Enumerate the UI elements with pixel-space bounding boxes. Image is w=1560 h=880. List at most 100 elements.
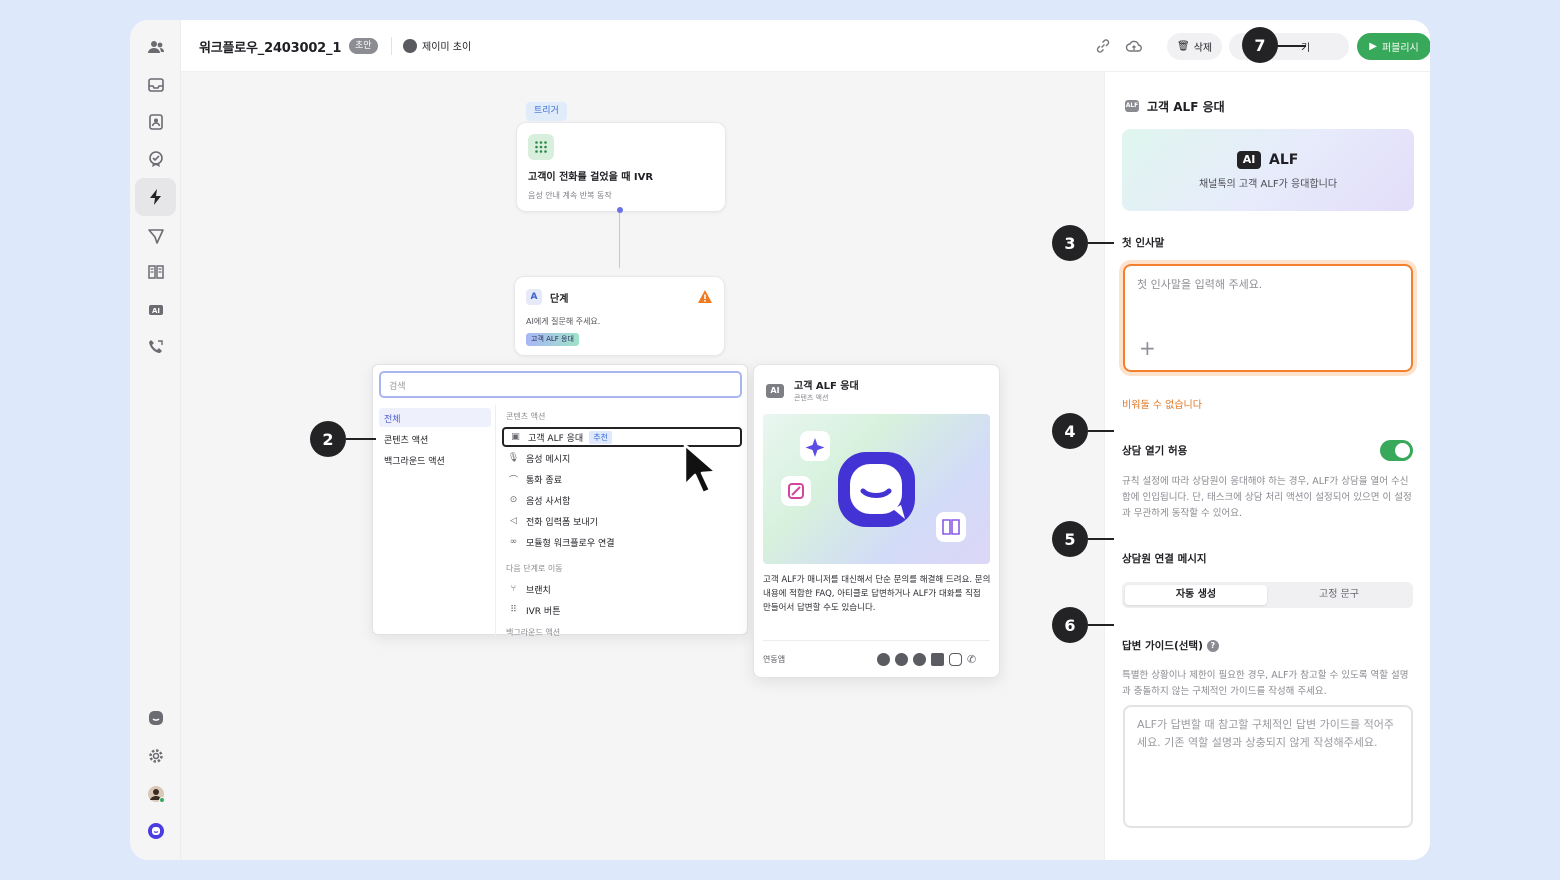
keypad-icon: ⠿ [510, 605, 517, 615]
action-item-modular-workflow[interactable]: ∞ 모듈형 워크플로우 연결 [502, 532, 742, 552]
agent-message-segmented: 자동 생성 고정 문구 [1122, 582, 1413, 608]
branch-icon: ⑂ [510, 584, 517, 594]
allow-open-label: 상담 열기 허용 [1122, 445, 1188, 457]
alf-illustration [763, 414, 990, 564]
line-icon [913, 653, 926, 666]
book-icon[interactable] [135, 253, 176, 291]
lightning-icon[interactable] [135, 178, 176, 216]
guide-textarea[interactable]: ALF가 답변할 때 참고할 구체적인 답변 가이드를 적어주세요. 기존 역할… [1123, 705, 1413, 828]
mic-icon: 🎙 [507, 453, 520, 463]
category-all[interactable]: 전체 [379, 408, 491, 427]
connector-line [619, 213, 620, 268]
step-title: 단계 [550, 294, 569, 305]
author: 제이미 초이 [403, 38, 471, 53]
search-input[interactable]: 검색 [379, 371, 742, 398]
guide-label: 답변 가이드(선택)? [1122, 638, 1219, 653]
hangup-icon: ⌒ [508, 475, 518, 486]
link-icon[interactable] [1094, 37, 1112, 55]
send-icon[interactable] [135, 217, 176, 255]
greeting-field[interactable]: 첫 인사말을 입력해 주세요. + [1123, 264, 1413, 372]
category-content[interactable]: 콘텐츠 액션 [379, 429, 491, 448]
callout-line [1088, 538, 1114, 540]
callout-line [1088, 430, 1114, 432]
divider [495, 405, 496, 636]
workflow-title[interactable]: 워크플로우_2403002_1 [199, 37, 341, 56]
callout-line [346, 438, 376, 440]
callout-4: 4 [1052, 413, 1088, 449]
kakao-talk-icon [895, 653, 908, 666]
gear-icon[interactable] [135, 737, 176, 775]
keypad-icon [528, 134, 554, 160]
banner-subtitle: 채널톡의 고객 ALF가 응대합니다 [1198, 179, 1338, 190]
delete-button[interactable]: 🗑 삭제 [1167, 33, 1223, 60]
channel-logo-icon[interactable] [135, 812, 176, 850]
voicemail-icon: ⊙ [509, 495, 518, 505]
allow-open-help: 규칙 설정에 따라 상담원이 응대해야 하는 경우, ALF가 상담을 열어 수… [1122, 476, 1412, 519]
greeting-placeholder: 첫 인사말을 입력해 주세요. [1137, 278, 1263, 291]
alf-icon: ALF [1125, 100, 1139, 112]
action-picker: 검색 전체 콘텐츠 액션 백그라운드 액션 콘텐츠 액션 ▣ 고객 ALF 응대 추… [372, 364, 748, 636]
help-icon[interactable]: ? [1206, 640, 1219, 652]
agent-message-label: 상담원 연결 메시지 [1122, 553, 1207, 565]
speaker-icon: ◁ [510, 516, 517, 526]
cloud-upload-icon[interactable] [1125, 37, 1143, 55]
step-node[interactable]: A 단계 AI에게 질문해 주세요. 고객 ALF 응대 [514, 276, 725, 356]
linked-apps-label: 연동앱 [763, 655, 786, 664]
trigger-subtitle: 음성 안내 계속 반복 동작 [528, 191, 612, 200]
link-icon: ∞ [509, 537, 518, 547]
svg-text:AI: AI [151, 307, 159, 315]
callout-line [1276, 45, 1306, 47]
left-rail: AI [130, 20, 181, 860]
user-avatar[interactable] [135, 775, 176, 813]
segment-auto[interactable]: 자동 생성 [1125, 585, 1267, 605]
alf-logo: AI ALF [1237, 151, 1298, 169]
step-subtitle: AI에게 질문해 주세요. [526, 317, 601, 326]
ai-icon[interactable]: AI [135, 291, 176, 329]
trigger-node[interactable]: 고객이 전화를 걸었을 때 IVR 음성 안내 계속 반복 동작 [516, 122, 726, 212]
trigger-title: 고객이 전화를 걸었을 때 IVR [528, 172, 654, 183]
callout-7: 7 [1242, 27, 1278, 63]
step-letter: A [526, 289, 542, 305]
callout-line [1088, 624, 1114, 626]
phone-icon[interactable] [135, 328, 176, 366]
settings-panel: ALF 고객 ALF 응대 AI ALF 채널톡의 고객 ALF가 응대합니다 첫… [1104, 72, 1430, 860]
team-icon[interactable] [135, 28, 176, 66]
action-item-ivr-button[interactable]: ⠿ IVR 버튼 [502, 600, 742, 620]
chat-bubble-icon[interactable] [135, 699, 176, 737]
linked-app-icons: ✆ [877, 653, 980, 666]
instagram-icon [949, 653, 962, 666]
allow-open-toggle[interactable] [1380, 440, 1413, 461]
status-badge: 초안 [349, 38, 378, 54]
ai-icon: ▣ [511, 432, 520, 442]
callout-3: 3 [1052, 225, 1088, 261]
category-background[interactable]: 백그라운드 액션 [379, 450, 491, 469]
naver-icon [931, 653, 944, 666]
inbox-icon[interactable] [135, 66, 176, 104]
action-detail-card: AI 고객 ALF 응대 콘텐츠 액션 고객 ALF가 매니저를 대신해서 단순… [753, 364, 1000, 678]
trash-icon: 🗑 [1177, 41, 1190, 52]
ai-icon: AI [766, 384, 784, 398]
phone-icon: ✆ [967, 653, 977, 666]
divider [391, 37, 392, 55]
error-message: 비워둘 수 없습니다 [1122, 400, 1202, 411]
callout-6: 6 [1052, 607, 1088, 643]
badge-check-icon[interactable] [135, 140, 176, 178]
plus-icon[interactable]: + [1139, 336, 1156, 360]
step-chip: 고객 ALF 응대 [526, 333, 579, 346]
contacts-icon[interactable] [135, 103, 176, 141]
warning-icon [698, 290, 712, 303]
action-item-branch[interactable]: ⑂ 브랜치 [502, 579, 742, 599]
segment-fixed[interactable]: 고정 문구 [1268, 585, 1410, 605]
detail-title: 고객 ALF 응대 [794, 381, 859, 392]
action-item-phone-form[interactable]: ◁ 전화 입력폼 보내기 [502, 511, 742, 531]
section-label: 백그라운드 액션 [506, 628, 561, 636]
section-label: 콘텐츠 액션 [506, 412, 546, 421]
recommend-badge: 추천 [589, 430, 612, 444]
alf-banner: AI ALF 채널톡의 고객 ALF가 응대합니다 [1122, 129, 1414, 211]
connector-handle[interactable] [617, 207, 623, 213]
callout-2: 2 [310, 421, 346, 457]
publish-button[interactable]: ▶ 퍼블리시 [1357, 33, 1430, 60]
section-label: 다음 단계로 이동 [506, 564, 563, 573]
callout-line [1088, 242, 1114, 244]
greeting-label: 첫 인사말 [1122, 237, 1165, 249]
